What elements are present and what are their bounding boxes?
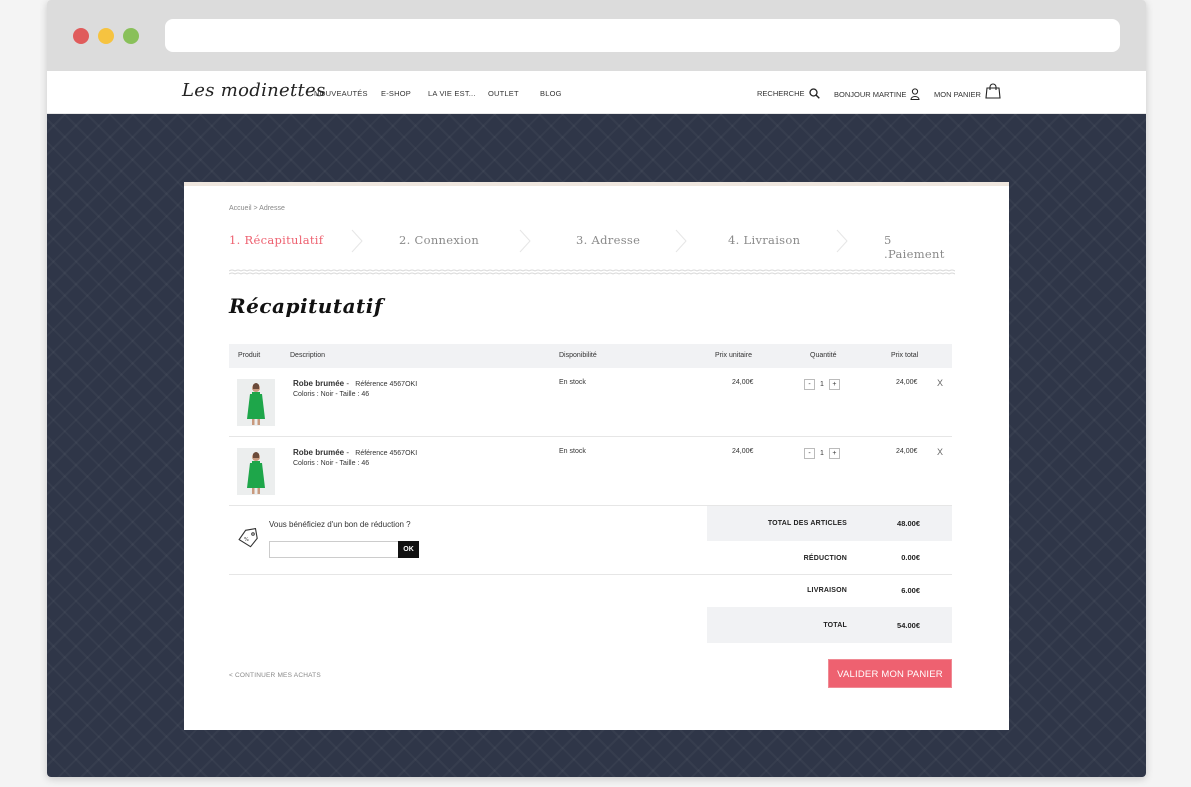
row-total: 24,00€: [896, 448, 918, 455]
step-adresse[interactable]: 3. Adresse: [576, 233, 640, 247]
total-articles-row: TOTAL DES ARTICLES 48.00€: [707, 506, 952, 541]
search-label: RECHERCHE: [757, 89, 805, 98]
header-quantite: Quantité: [810, 352, 837, 359]
step-connexion[interactable]: 2. Connexion: [399, 233, 479, 247]
address-bar[interactable]: [165, 19, 1120, 52]
nav-link-nouveautes[interactable]: NOUVEAUTÉS: [314, 89, 368, 98]
product-image[interactable]: [237, 379, 275, 426]
quantity-value: 1: [820, 450, 824, 457]
cart-link[interactable]: MON PANIER: [934, 83, 1001, 99]
product-meta: Coloris : Noir - Taille : 46: [293, 391, 370, 398]
maximize-window-button[interactable]: [123, 28, 139, 44]
shipping-label: LIVRAISON: [807, 587, 847, 594]
header-produit: Produit: [238, 352, 261, 359]
coupon-ok-button[interactable]: OK: [398, 541, 419, 558]
coupon-question: Vous bénéficiez d'un bon de réduction ?: [269, 520, 411, 529]
total-articles-label: TOTAL DES ARTICLES: [767, 520, 847, 527]
product-reference: Référence 4567OKI: [355, 450, 418, 457]
product-image[interactable]: [237, 448, 275, 495]
search-icon: [808, 88, 820, 99]
header-prix-total: Prix total: [891, 352, 919, 359]
account-link[interactable]: BONJOUR MARTINE: [834, 88, 920, 100]
nav-link-outlet[interactable]: OUTLET: [488, 89, 519, 98]
decrease-quantity-button[interactable]: -: [804, 379, 815, 390]
validate-cart-button[interactable]: VALIDER MON PANIER: [828, 659, 952, 688]
close-window-button[interactable]: [73, 28, 89, 44]
quantity-stepper: - 1 +: [804, 448, 840, 459]
unit-price: 24,00€: [732, 448, 754, 455]
table-header: Produit Description Disponibilité Prix u…: [229, 344, 952, 368]
chevron-right-icon: [675, 229, 687, 253]
grand-total-value: 54.00€: [897, 621, 920, 630]
table-row: Robe brumée - Référence 4567OKI Coloris …: [229, 368, 952, 437]
shopping-bag-icon: [985, 83, 1001, 99]
shipping-row: LIVRAISON 6.00€: [707, 575, 952, 607]
user-icon: [910, 88, 920, 100]
grand-total-label: TOTAL: [823, 622, 847, 629]
decrease-quantity-button[interactable]: -: [804, 448, 815, 459]
shipping-value: 6.00€: [901, 586, 920, 595]
unit-price: 24,00€: [732, 379, 754, 386]
reduction-label: RÉDUCTION: [803, 555, 847, 562]
page-title: Récapitutatif: [229, 294, 383, 318]
availability: En stock: [559, 448, 586, 455]
search-link[interactable]: RECHERCHE: [757, 88, 820, 99]
chevron-right-icon: [836, 229, 848, 253]
remove-item-button[interactable]: X: [937, 378, 943, 388]
coupon-section: % Vous bénéficiez d'un bon de réduction …: [229, 506, 707, 575]
availability: En stock: [559, 379, 586, 386]
remove-item-button[interactable]: X: [937, 447, 943, 457]
increase-quantity-button[interactable]: +: [828, 379, 840, 390]
quantity-value: 1: [820, 381, 824, 388]
step-recapitulatif[interactable]: 1. Récapitulatif: [229, 233, 323, 247]
product-name[interactable]: Robe brumée - Référence 4567OKI: [293, 379, 417, 388]
breadcrumb[interactable]: Accueil > Adresse: [229, 205, 285, 212]
coupon-tag-icon: %: [238, 528, 258, 548]
chevron-right-icon: [351, 229, 363, 253]
step-paiement[interactable]: 5 .Paiement: [884, 233, 955, 261]
chevron-right-icon: [519, 229, 531, 253]
svg-text:%: %: [244, 537, 249, 543]
quantity-stepper: - 1 +: [804, 379, 840, 390]
total-articles-value: 48.00€: [897, 519, 920, 528]
coupon-code-input[interactable]: [269, 541, 399, 558]
site-logo[interactable]: Les modinettes: [182, 80, 326, 101]
account-label: BONJOUR MARTINE: [834, 89, 907, 99]
continue-shopping-link[interactable]: < CONTINUER MES ACHATS: [229, 672, 321, 679]
header-prix-unitaire: Prix unitaire: [715, 352, 752, 359]
product-reference: Référence 4567OKI: [355, 381, 418, 388]
reduction-value: 0.00€: [901, 553, 920, 562]
nav-link-blog[interactable]: BLOG: [540, 89, 562, 98]
nav-link-la-vie-est[interactable]: LA VIE EST...: [428, 89, 476, 98]
product-name[interactable]: Robe brumée - Référence 4567OKI: [293, 448, 417, 457]
step-livraison[interactable]: 4. Livraison: [728, 233, 800, 247]
header-description: Description: [290, 352, 326, 359]
reduction-row: RÉDUCTION 0.00€: [707, 541, 952, 575]
grand-total-row: TOTAL 54.00€: [707, 607, 952, 643]
header-disponibilite: Disponibilité: [559, 352, 597, 359]
increase-quantity-button[interactable]: +: [828, 448, 840, 459]
browser-window: Les modinettes NOUVEAUTÉS E-SHOP LA VIE …: [47, 0, 1146, 777]
cart-label: MON PANIER: [934, 89, 981, 99]
checkout-steps: 1. Récapitulatif 2. Connexion 3. Adresse…: [229, 229, 955, 261]
wave-divider: [229, 269, 955, 275]
browser-toolbar: [47, 0, 1146, 71]
row-total: 24,00€: [896, 379, 918, 386]
table-row: Robe brumée - Référence 4567OKI Coloris …: [229, 437, 952, 506]
minimize-window-button[interactable]: [98, 28, 114, 44]
site-header: Les modinettes NOUVEAUTÉS E-SHOP LA VIE …: [47, 71, 1146, 114]
product-meta: Coloris : Noir - Taille : 46: [293, 460, 370, 467]
nav-link-eshop[interactable]: E-SHOP: [381, 89, 411, 98]
cart-panel: Accueil > Adresse 1. Récapitulatif 2. Co…: [184, 182, 1009, 730]
